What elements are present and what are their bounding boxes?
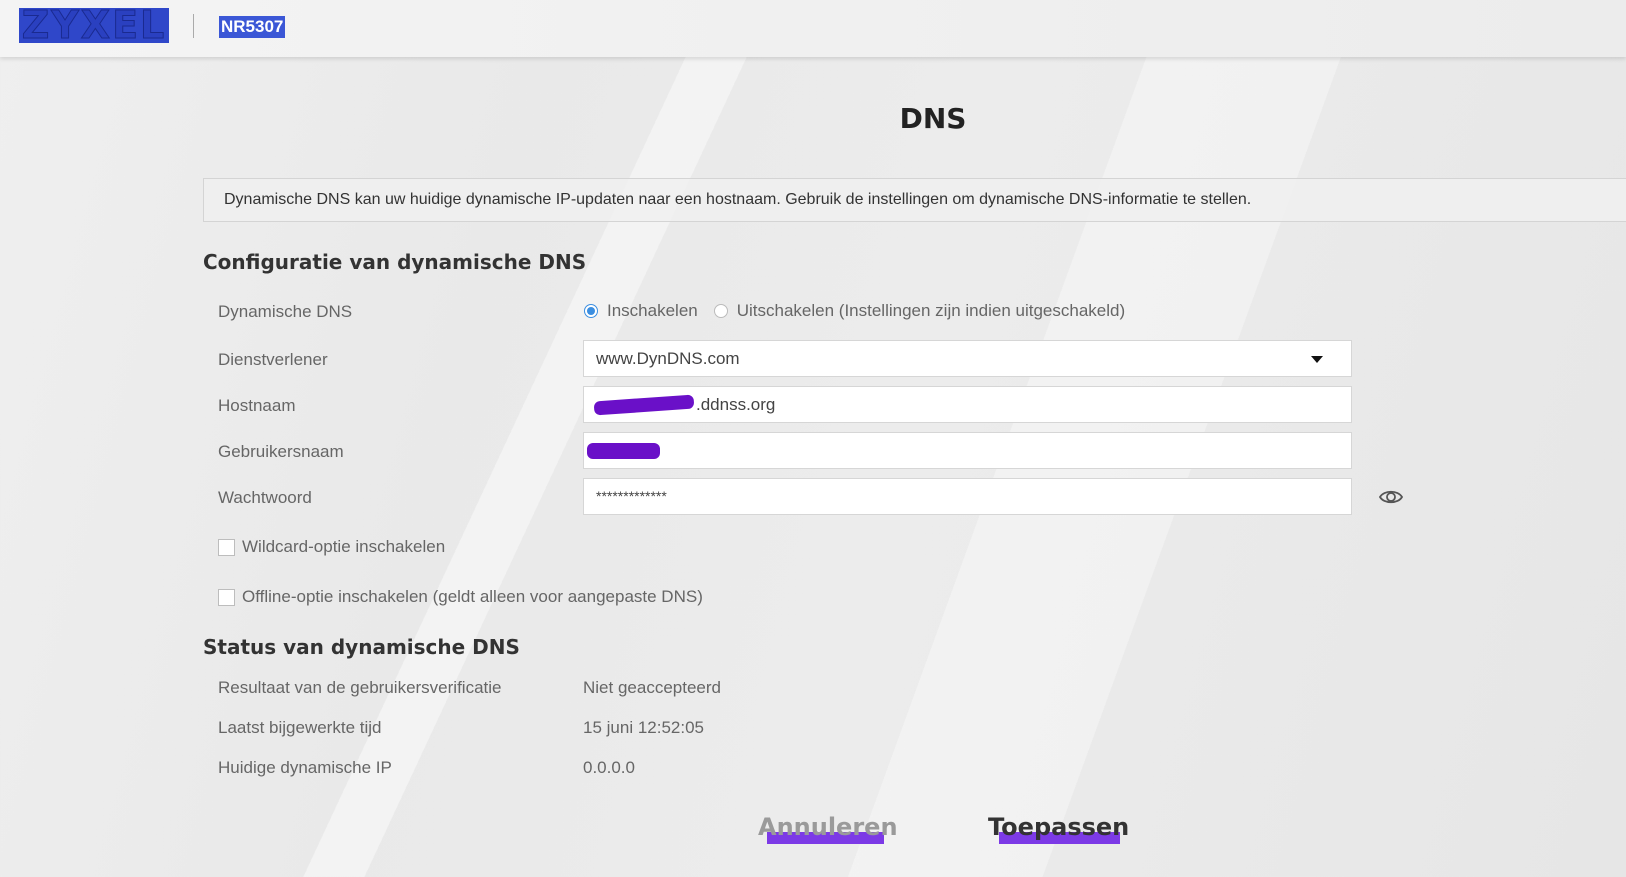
enable-radio[interactable] xyxy=(584,304,598,318)
password-value: ************* xyxy=(596,488,667,504)
eye-icon[interactable] xyxy=(1378,484,1404,510)
password-label: Wachtwoord xyxy=(218,488,312,507)
hostname-input[interactable]: .ddnss.org xyxy=(583,386,1352,423)
hostname-label: Hostnaam xyxy=(218,396,296,415)
wildcard-option[interactable]: Wildcard-optie inschakelen xyxy=(218,537,445,557)
username-redaction xyxy=(587,443,660,459)
status-row-value: Niet geaccepteerd xyxy=(583,678,721,697)
header-divider xyxy=(193,14,194,38)
ddns-radio-group: Inschakelen Uitschakelen (Instellingen z… xyxy=(584,301,1141,321)
chevron-down-icon[interactable] xyxy=(1311,356,1323,363)
status-row-value: 0.0.0.0 xyxy=(583,758,635,777)
provider-label: Dienstverlener xyxy=(218,350,328,369)
provider-value: www.DynDNS.com xyxy=(596,349,740,368)
apply-button[interactable]: Toepassen xyxy=(988,813,1129,841)
enable-option[interactable]: Inschakelen xyxy=(584,301,698,321)
model-name: NR5307 xyxy=(219,16,286,38)
wildcard-checkbox[interactable] xyxy=(218,538,235,556)
status-row-label: Huidige dynamische IP xyxy=(218,758,392,777)
disable-radio[interactable] xyxy=(713,304,728,318)
config-section-title: Configuratie van dynamische DNS xyxy=(203,250,587,274)
status-row-value: 15 juni 12:52:05 xyxy=(583,718,704,737)
info-banner: Dynamische DNS kan uw huidige dynamische… xyxy=(203,178,1626,222)
wildcard-label: Wildcard-optie inschakelen xyxy=(242,537,446,556)
status-section-title: Status van dynamische DNS xyxy=(203,635,520,659)
cancel-button[interactable]: Annuleren xyxy=(758,813,898,841)
hostname-redaction xyxy=(593,394,695,416)
provider-select[interactable]: www.DynDNS.com xyxy=(583,340,1352,377)
password-input[interactable]: ************* xyxy=(583,478,1352,515)
top-bar: ZYXEL NR5307 xyxy=(0,0,1626,57)
ddns-label: Dynamische DNS xyxy=(218,302,353,321)
username-label: Gebruikersnaam xyxy=(218,442,344,461)
disable-label: Uitschakelen (Instellingen zijn indien u… xyxy=(736,301,1126,320)
page-title: DNS xyxy=(899,102,967,135)
enable-label: Inschakelen xyxy=(607,301,698,320)
username-input[interactable] xyxy=(583,432,1352,469)
disable-option[interactable]: Uitschakelen (Instellingen zijn indien u… xyxy=(713,301,1126,321)
zyxel-logo[interactable]: ZYXEL xyxy=(19,8,169,43)
offline-option[interactable]: Offline-optie inschakelen (geldt alleen … xyxy=(218,587,703,607)
offline-label: Offline-optie inschakelen (geldt alleen … xyxy=(242,587,703,606)
offline-checkbox[interactable] xyxy=(218,588,235,606)
status-row-label: Resultaat van de gebruikersverificatie xyxy=(218,678,502,697)
status-row-label: Laatst bijgewerkte tijd xyxy=(218,718,382,737)
hostname-suffix: .ddnss.org xyxy=(696,395,776,414)
